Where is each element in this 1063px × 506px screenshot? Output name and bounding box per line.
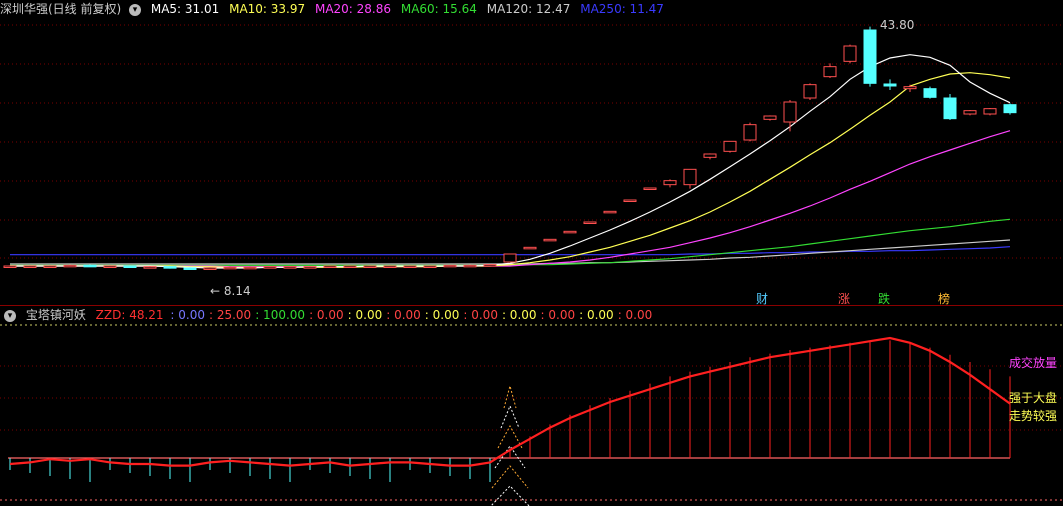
indicator-value: : 0.00: [501, 308, 537, 322]
stock-title: 深圳华强(日线 前复权): [0, 2, 122, 16]
volume-up-note: 成交放量: [1008, 356, 1057, 370]
indicator-values: : 0.00: 25.00: 100.00: 0.00: 0.00: 0.00:…: [170, 308, 656, 322]
ma5-label: MA5: 31.01: [150, 2, 220, 16]
indicator-chart[interactable]: [0, 310, 1063, 506]
candle-body: [203, 267, 217, 270]
candle-body: [703, 153, 717, 158]
candle-body: [1003, 104, 1017, 114]
candle-body: [103, 265, 117, 268]
ma10-label: MA10: 33.97: [229, 2, 306, 16]
candle-body: [403, 265, 417, 268]
candle-body: [43, 265, 57, 268]
candle-body: [303, 266, 317, 269]
candle-body: [383, 265, 397, 268]
candle-body: [623, 199, 637, 202]
ma120-label: MA120: 12.47: [486, 2, 571, 16]
candle-body: [563, 230, 577, 234]
candle-body: [783, 101, 797, 123]
chevron-down-icon[interactable]: ▾: [129, 3, 142, 16]
candle-body: [643, 187, 657, 190]
indicator-value: : 0.00: [540, 308, 576, 322]
candle-body: [263, 266, 277, 269]
candle-body: [63, 264, 77, 268]
pagoda-tier: [500, 404, 520, 429]
candle-body: [223, 266, 237, 270]
candle-body: [823, 66, 837, 78]
chart-window: 深圳华强(日线 前复权) ▾ MA5: 31.01 MA10: 33.97 MA…: [0, 0, 1063, 506]
candle-body: [583, 221, 597, 224]
indicator-header: ▾ 宝塔镇河妖 ZZD: 48.21 : 0.00: 25.00: 100.00…: [0, 306, 662, 324]
candle-body: [923, 88, 937, 98]
indicator-value: : 0.00: [579, 308, 614, 322]
zzd-value: ZZD: 48.21: [95, 308, 164, 322]
price-chart[interactable]: [0, 0, 1063, 300]
stronger-note-line2: 走势较强: [1008, 409, 1057, 423]
indicator-value: : 0.00: [347, 308, 383, 322]
candle-body: [863, 29, 877, 84]
candle-body: [723, 140, 737, 152]
ma5-line: [10, 54, 1011, 269]
candle-body: [983, 108, 997, 115]
candle-body: [843, 45, 857, 62]
candle-body: [363, 265, 377, 268]
candle-body: [123, 265, 137, 268]
ma20-line: [10, 130, 1011, 268]
ma10-line: [10, 72, 1011, 268]
high-price-label: 43.80: [880, 18, 915, 32]
candle-body: [143, 266, 157, 269]
candle-body: [803, 84, 817, 99]
candle-body: [83, 264, 97, 268]
candle-body: [903, 86, 917, 90]
pagoda-tier: [503, 384, 517, 409]
indicator-name: 宝塔镇河妖: [25, 308, 86, 322]
pagoda-tier: [490, 485, 530, 506]
indicator-value: : 0.00: [309, 308, 344, 322]
candle-body: [763, 115, 777, 120]
low-price-label: ← 8.14: [210, 284, 251, 298]
stronger-note-line1: 强于大盘: [1008, 391, 1057, 405]
candle-body: [163, 266, 177, 269]
indicator-value: : 0.00: [463, 308, 498, 322]
candle-body: [283, 266, 297, 269]
candle-body: [463, 264, 477, 268]
candle-body: [743, 124, 757, 141]
candle-body: [963, 110, 977, 115]
indicator-value: : 100.00: [255, 308, 306, 322]
pagoda-marker: [490, 384, 530, 506]
pagoda-tier: [491, 465, 529, 489]
candle-body: [183, 267, 197, 270]
candle-body: [3, 265, 17, 268]
ma20-label: MA20: 28.86: [314, 2, 392, 16]
candle-body: [543, 238, 557, 242]
main-header: 深圳华强(日线 前复权) ▾ MA5: 31.01 MA10: 33.97 MA…: [0, 0, 670, 18]
candle-body: [23, 265, 37, 268]
candle-body: [683, 168, 697, 186]
candle-body: [483, 264, 497, 267]
candle-body: [323, 265, 337, 268]
candle-body: [343, 265, 357, 268]
candle-body: [443, 264, 457, 268]
ma250-label: MA250: 11.47: [580, 2, 664, 16]
chevron-down-icon[interactable]: ▾: [4, 309, 16, 322]
candle-body: [663, 180, 677, 186]
candle-body: [243, 266, 257, 270]
indicator-value: : 0.00: [617, 308, 653, 322]
indicator-value: : 0.00: [170, 308, 205, 322]
candle-body: [503, 253, 517, 263]
candle-body: [943, 97, 957, 120]
ma60-label: MA60: 15.64: [400, 2, 477, 16]
indicator-value: : 25.00: [208, 308, 252, 322]
candle-body: [523, 246, 537, 250]
indicator-value: : 0.00: [386, 308, 421, 322]
candle-body: [883, 83, 897, 87]
candle-body: [423, 265, 437, 268]
candle-body: [603, 210, 617, 214]
indicator-value: : 0.00: [424, 308, 460, 322]
zzd-line: [9, 336, 1011, 467]
